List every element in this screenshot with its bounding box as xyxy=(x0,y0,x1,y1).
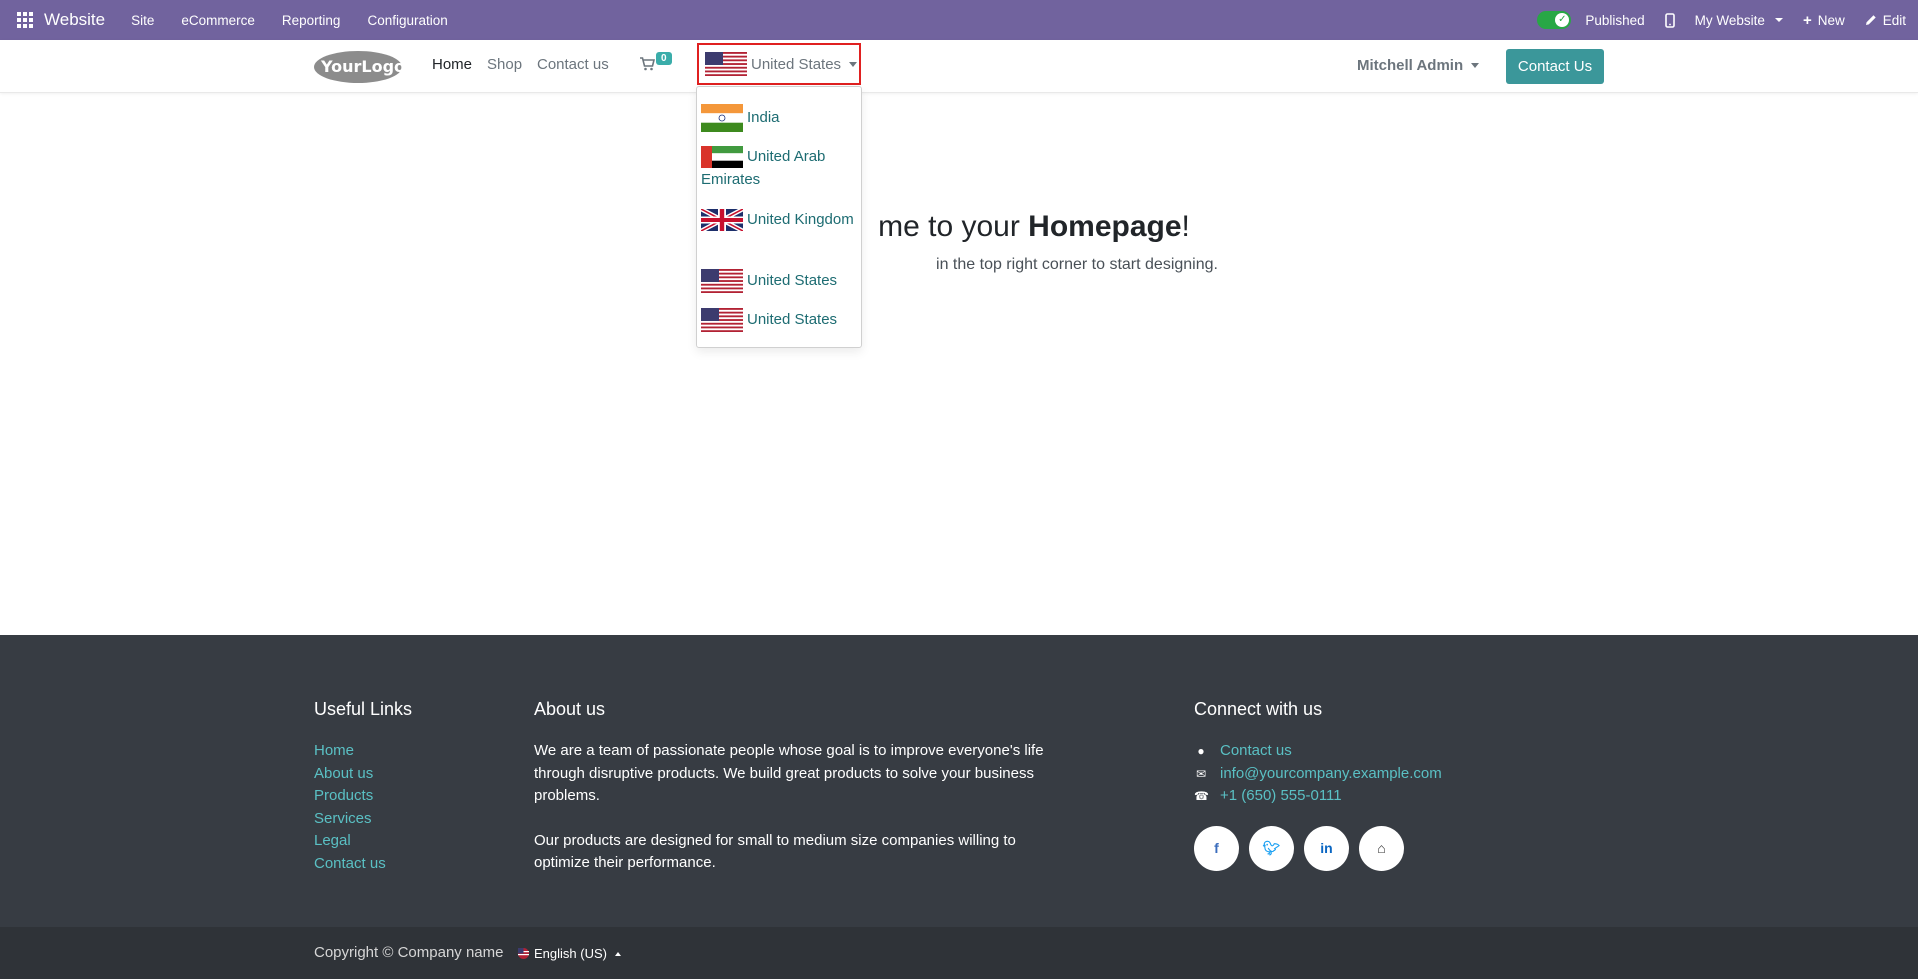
chevron-down-icon xyxy=(1471,63,1480,68)
footer-phone-link[interactable]: +1 (650) 555-0111 xyxy=(1220,785,1342,808)
mobile-icon xyxy=(1664,12,1675,28)
cart-count-badge: 0 xyxy=(656,52,672,65)
footer: Useful Links Home About us Products Serv… xyxy=(0,635,1918,927)
hero-subtitle: in the top right corner to start designi… xyxy=(936,256,1218,273)
uae-flag-icon xyxy=(701,146,743,169)
edit-label: Edit xyxy=(1882,12,1906,28)
envelope-icon: ✉ xyxy=(1195,766,1207,781)
hero-title: me to your Homepage! xyxy=(0,210,1918,244)
country-selected-label: United States xyxy=(751,55,842,73)
about-us-paragraph-2: Our products are designed for small to m… xyxy=(534,831,1016,872)
mobile-preview-button[interactable] xyxy=(1664,12,1675,28)
new-label: New xyxy=(1817,12,1845,28)
footer-link-services[interactable]: Services xyxy=(314,808,412,831)
logo[interactable]: YourLogo xyxy=(313,50,403,84)
logo-text: YourLogo xyxy=(320,57,403,76)
chevron-down-icon xyxy=(1774,18,1783,22)
footer-email-link[interactable]: info@yourcompany.example.com xyxy=(1220,763,1442,786)
published-toggle[interactable]: ✓ Published xyxy=(1537,11,1645,29)
linkedin-icon[interactable]: in xyxy=(1304,825,1349,871)
user-menu[interactable]: Mitchell Admin xyxy=(1357,57,1480,74)
admin-navbar: Website Site eCommerce Reporting Configu… xyxy=(0,0,1918,40)
about-us-column: About us We are a team of passionate peo… xyxy=(534,699,1064,875)
nav-home[interactable]: Home xyxy=(432,56,472,73)
phone-row: ☎ +1 (650) 555-0111 xyxy=(1194,785,1442,808)
twitter-icon[interactable]: 🐦︎ xyxy=(1249,825,1294,871)
hero-title-bold: Homepage xyxy=(1028,210,1182,243)
footer-link-contact-us[interactable]: Contact us xyxy=(314,853,412,876)
us-flag-icon xyxy=(705,52,747,76)
country-option-label: India xyxy=(747,108,780,126)
copyright-bar: Copyright © Company name English (US) xyxy=(0,927,1918,979)
country-option-label: United States xyxy=(747,311,838,328)
site-header: YourLogo Home Shop Contact us 0 Mitchell… xyxy=(0,40,1918,93)
footer-link-products[interactable]: Products xyxy=(314,785,412,808)
us-flag-icon xyxy=(701,308,743,333)
app-name[interactable]: Website xyxy=(44,10,105,30)
toggle-switch[interactable]: ✓ xyxy=(1537,11,1572,29)
contact-us-button[interactable]: Contact Us xyxy=(1506,49,1604,84)
menu-site[interactable]: Site xyxy=(131,13,154,28)
language-selector[interactable]: English (US) xyxy=(518,946,621,961)
edit-button[interactable]: Edit xyxy=(1865,13,1906,28)
email-row: ✉ info@yourcompany.example.com xyxy=(1194,763,1442,786)
website-label: My Website xyxy=(1694,12,1765,28)
country-option-us-2[interactable]: United States xyxy=(701,308,856,333)
new-button[interactable]: + New xyxy=(1803,12,1845,29)
social-links: f 🐦︎ in ⌂ xyxy=(1194,825,1442,871)
comment-icon: ● xyxy=(1197,744,1205,758)
home-icon[interactable]: ⌂ xyxy=(1359,825,1404,871)
footer-contact-link[interactable]: Contact us xyxy=(1220,740,1292,763)
connect-column: Connect with us ● Contact us ✉ info@your… xyxy=(1194,699,1442,871)
nav-contact-us[interactable]: Contact us xyxy=(537,56,609,73)
copyright-text: Copyright © Company name xyxy=(314,944,504,961)
published-label: Published xyxy=(1585,12,1645,28)
uk-flag-icon xyxy=(701,209,743,232)
footer-link-legal[interactable]: Legal xyxy=(314,830,412,853)
country-option-label: United Kingdom xyxy=(747,211,854,228)
nav-shop[interactable]: Shop xyxy=(487,56,522,73)
chevron-down-icon xyxy=(849,61,858,67)
menu-reporting[interactable]: Reporting xyxy=(282,13,341,28)
country-dropdown-menu: India United Arab Emirates United Kingdo… xyxy=(696,86,862,348)
chevron-up-icon xyxy=(614,951,621,956)
pencil-icon xyxy=(1865,15,1876,25)
check-icon: ✓ xyxy=(1555,13,1570,27)
website-switcher[interactable]: My Website xyxy=(1695,13,1783,28)
footer-link-home[interactable]: Home xyxy=(314,740,412,763)
country-option-uk[interactable]: United Kingdom xyxy=(701,208,856,232)
hero-title-prefix: me to your xyxy=(878,210,1029,243)
useful-links-column: Useful Links Home About us Products Serv… xyxy=(314,699,412,875)
india-flag-icon xyxy=(701,104,743,132)
country-option-label: United States xyxy=(747,272,838,289)
footer-link-about-us[interactable]: About us xyxy=(314,763,412,786)
contact-row: ● Contact us xyxy=(1194,740,1442,763)
language-label: English (US) xyxy=(534,946,607,961)
facebook-icon[interactable]: f xyxy=(1194,825,1239,871)
hero-title-suffix: ! xyxy=(1181,210,1190,243)
country-selector[interactable]: United States xyxy=(697,43,861,85)
about-us-title: About us xyxy=(534,699,606,719)
hero-section: me to your Homepage! in the top right co… xyxy=(0,210,1918,274)
useful-links-title: Useful Links xyxy=(314,699,413,719)
menu-configuration[interactable]: Configuration xyxy=(367,13,447,28)
country-option-uae[interactable]: United Arab Emirates xyxy=(701,145,856,191)
country-option-india[interactable]: India xyxy=(701,104,856,132)
apps-menu-icon[interactable] xyxy=(14,9,36,31)
about-us-paragraph-1: We are a team of passionate people whose… xyxy=(534,742,1044,804)
us-flag-icon xyxy=(518,948,529,959)
connect-title: Connect with us xyxy=(1194,699,1323,719)
us-flag-icon xyxy=(701,269,743,294)
country-option-us[interactable]: United States xyxy=(701,269,856,294)
cart-icon[interactable] xyxy=(640,57,655,71)
menu-ecommerce[interactable]: eCommerce xyxy=(181,13,255,28)
user-name: Mitchell Admin xyxy=(1357,57,1464,74)
plus-icon: + xyxy=(1802,11,1812,29)
phone-icon: ☎ xyxy=(1194,789,1209,803)
